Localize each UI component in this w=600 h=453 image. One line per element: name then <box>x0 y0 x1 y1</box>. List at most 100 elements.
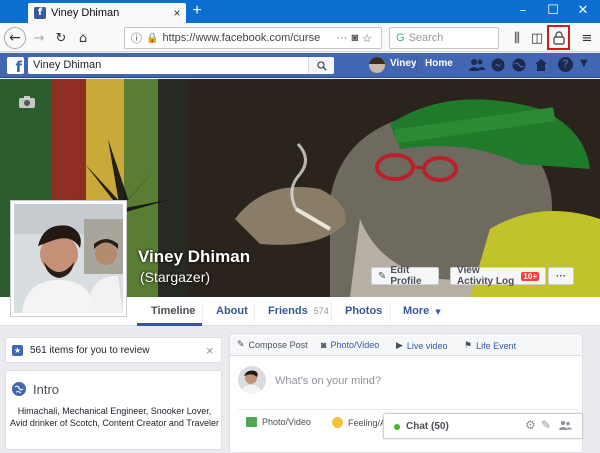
intro-panel: Intro Himachali, Mechanical Engineer, Sn… <box>5 370 222 450</box>
messenger-icon[interactable] <box>491 58 505 75</box>
extension-button[interactable] <box>547 25 570 50</box>
life-event-tab[interactable]: ⚑ Life Event <box>464 340 516 351</box>
composer-divider <box>238 409 578 410</box>
whats-on-your-mind-input[interactable]: What's on your mind? <box>275 375 381 387</box>
help-question-icon[interactable]: ? <box>558 57 573 72</box>
page-actions-icon[interactable]: ··· <box>336 32 347 44</box>
info-icon[interactable]: ⓘ <box>131 30 142 46</box>
facebook-logo-icon[interactable]: f <box>7 57 24 74</box>
tab-more[interactable]: More ▼ <box>403 305 441 317</box>
compose-post-tab[interactable]: ✎ Compose Post <box>237 340 308 350</box>
bookmark-star-icon[interactable]: ☆ <box>362 32 372 45</box>
intro-bio-line-1: Himachali, Mechanical Engineer, Snooker … <box>17 406 212 416</box>
user-avatar[interactable] <box>369 57 385 73</box>
nav-divider <box>416 57 417 73</box>
reload-icon[interactable]: ↻ <box>50 27 72 49</box>
edit-profile-button[interactable]: ✎ Edit Profile <box>371 265 439 287</box>
minimize-icon[interactable]: – <box>508 2 538 20</box>
tab-timeline[interactable]: Timeline <box>151 305 195 317</box>
tab-more-label: More <box>403 305 430 317</box>
lock-icon: 🔒 <box>146 32 159 44</box>
live-video-tab[interactable]: ▶ Live video <box>396 340 447 351</box>
chat-settings-gear-icon[interactable]: ⚙ <box>525 418 536 432</box>
online-status-icon <box>394 424 400 430</box>
profile-picture[interactable] <box>10 200 127 317</box>
browser-tab-bar: f Viney Dhiman × + – ☐ ✕ <box>0 0 600 23</box>
flag-icon: ⚑ <box>464 340 473 350</box>
forward-arrow-icon[interactable]: → <box>28 27 50 49</box>
new-message-icon[interactable]: ✎ <box>541 418 551 432</box>
search-bar[interactable]: G Search <box>389 27 499 49</box>
update-cover-camera-icon[interactable] <box>18 95 36 112</box>
pocket-icon[interactable]: ◙ <box>351 32 358 44</box>
extension-lock-icon <box>552 30 565 45</box>
maximize-icon[interactable]: ☐ <box>538 2 568 20</box>
review-items-text[interactable]: 561 items for you to review <box>30 345 150 356</box>
review-close-icon[interactable]: × <box>206 343 214 358</box>
tab-about[interactable]: About <box>216 305 248 317</box>
browser-nav-bar: ← → ↻ ⌂ ⓘ 🔒 https://www.facebook.com/cur… <box>0 23 600 52</box>
browser-tab[interactable]: f Viney Dhiman × <box>28 3 186 23</box>
sidebar-icon[interactable]: ◫ <box>526 27 548 49</box>
nav-user-link[interactable]: Viney <box>390 58 417 69</box>
review-items-panel[interactable]: ★ 561 items for you to review × <box>5 337 222 363</box>
back-arrow-icon[interactable]: ← <box>4 27 26 49</box>
create-group-icon[interactable] <box>558 420 572 434</box>
tab-friends[interactable]: Friends 574 <box>268 305 329 317</box>
live-video-label: Live video <box>406 340 448 351</box>
quick-help-icon[interactable] <box>534 58 548 75</box>
library-icon[interactable]: ⫼ <box>506 27 528 49</box>
profile-alternate-name: (Stargazer) <box>140 269 211 285</box>
life-event-label: Life Event <box>476 340 517 351</box>
facebook-favicon-icon: f <box>34 7 46 19</box>
facebook-search-input[interactable]: Viney Dhiman <box>28 57 334 74</box>
composer-photo-video-tab[interactable]: ◙ Photo/Video <box>321 340 379 350</box>
address-bar[interactable]: ⓘ 🔒 https://www.facebook.com/curse ··· ◙… <box>124 27 382 49</box>
tab-divider <box>202 303 203 321</box>
tab-divider <box>331 303 332 321</box>
camera-icon: ◙ <box>321 340 327 350</box>
pencil-icon: ✎ <box>237 340 245 350</box>
notifications-globe-icon[interactable] <box>512 58 526 75</box>
tab-title: Viney Dhiman <box>51 7 120 19</box>
edit-profile-label: Edit Profile <box>390 265 422 287</box>
chat-bar[interactable]: Chat (50) ⚙ ✎ <box>383 413 583 439</box>
chat-label: Chat (50) <box>406 421 449 432</box>
facebook-top-bar: f Viney Dhiman Viney Home ? ▼ <box>0 53 600 78</box>
tab-close-icon[interactable]: × <box>168 6 186 20</box>
nav-divider <box>550 57 551 73</box>
tab-divider <box>254 303 255 321</box>
video-camera-icon: ▶ <box>396 340 403 350</box>
url-text: https://www.facebook.com/curse <box>162 32 321 44</box>
bottom-photo-video-button[interactable]: Photo/Video <box>246 417 311 427</box>
tab-divider <box>390 303 391 321</box>
search-engine-icon: G <box>396 32 405 44</box>
nav-home-link[interactable]: Home <box>425 58 453 69</box>
facebook-search-button[interactable] <box>308 57 334 74</box>
hamburger-menu-icon[interactable]: ≡ <box>576 27 598 49</box>
profile-photo-image <box>14 204 123 313</box>
chevron-down-icon: ▼ <box>435 308 441 316</box>
feeling-activity-button[interactable]: Feeling/Ac <box>332 417 391 428</box>
smiley-icon <box>332 417 343 428</box>
view-activity-log-button[interactable]: View Activity Log 10+ <box>450 265 546 287</box>
new-tab-button[interactable]: + <box>188 3 206 21</box>
star-icon: ★ <box>12 345 23 356</box>
home-icon[interactable]: ⌂ <box>72 27 94 49</box>
friends-count: 574 <box>313 306 329 316</box>
tab-friends-label: Friends <box>268 305 308 317</box>
photo-icon <box>246 417 257 427</box>
account-dropdown-icon[interactable]: ▼ <box>580 58 588 69</box>
search-icon <box>316 60 327 71</box>
friend-requests-icon[interactable] <box>469 58 485 75</box>
window-close-icon[interactable]: ✕ <box>568 2 598 20</box>
bottom-photo-video-label: Photo/Video <box>262 417 311 427</box>
search-placeholder: Search <box>408 32 444 44</box>
tab-photos[interactable]: Photos <box>345 305 382 317</box>
intro-title: Intro <box>33 382 60 397</box>
photo-video-label: Photo/Video <box>330 340 380 350</box>
more-options-button[interactable]: ··· <box>548 267 574 285</box>
pencil-icon: ✎ <box>378 270 387 282</box>
profile-name[interactable]: Viney Dhiman <box>138 247 250 267</box>
compose-post-label: Compose Post <box>248 340 308 350</box>
